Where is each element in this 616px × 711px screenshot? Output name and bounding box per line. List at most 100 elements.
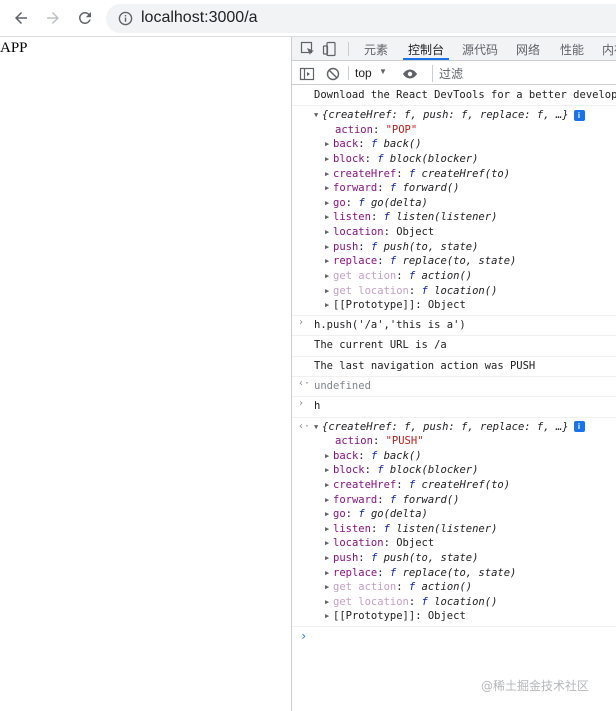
console-toolbar: top ▼ 过滤 bbox=[292, 62, 616, 85]
property-key: go bbox=[333, 508, 346, 521]
expand-arrow-icon[interactable]: ▶ bbox=[325, 240, 333, 254]
address-bar[interactable]: localhost:3000/a bbox=[106, 4, 616, 33]
expand-toggle-icon[interactable]: ▼ bbox=[314, 108, 322, 122]
object-property[interactable]: ▶ go: f go(delta) bbox=[292, 507, 616, 522]
expand-arrow-icon[interactable]: ▶ bbox=[325, 225, 333, 239]
function-marker: f bbox=[370, 449, 378, 462]
object-property[interactable]: ▶ get action: f action() bbox=[292, 269, 616, 284]
object-property[interactable]: ▶ go: f go(delta) bbox=[292, 196, 616, 211]
object-property[interactable]: ▶ location: Object bbox=[292, 536, 616, 551]
function-marker: f bbox=[389, 493, 397, 506]
object-property[interactable]: ▶ listen: f listen(listener) bbox=[292, 210, 616, 225]
object-property[interactable]: ▶ location: Object bbox=[292, 225, 616, 240]
object-property[interactable]: ▶ push: f push(to, state) bbox=[292, 551, 616, 566]
expand-arrow-icon[interactable]: ▶ bbox=[325, 196, 333, 210]
expand-arrow-icon[interactable]: ▶ bbox=[325, 254, 333, 268]
object-property[interactable]: ▶ [[Prototype]]: Object bbox=[292, 298, 616, 313]
info-icon[interactable] bbox=[118, 11, 133, 26]
object-property[interactable]: ▶ listen: f listen(listener) bbox=[292, 522, 616, 537]
info-badge-icon[interactable]: i bbox=[573, 110, 585, 122]
expand-arrow-icon[interactable]: ▶ bbox=[325, 566, 333, 580]
property-key: listen bbox=[333, 523, 371, 536]
property-value: push(to, state) bbox=[383, 240, 479, 253]
expand-arrow-icon[interactable]: ▶ bbox=[325, 595, 333, 609]
expand-arrow-icon[interactable]: ▶ bbox=[325, 493, 333, 507]
expand-arrow-icon[interactable]: ▶ bbox=[325, 478, 333, 492]
forward-button[interactable] bbox=[42, 7, 64, 29]
function-marker: f bbox=[370, 240, 378, 253]
expand-arrow-icon[interactable]: ▶ bbox=[325, 580, 333, 594]
object-property[interactable]: ▶ block: f block(blocker) bbox=[292, 152, 616, 167]
tab-memory[interactable]: 内存 bbox=[602, 41, 616, 58]
property-key: get location bbox=[333, 284, 409, 297]
function-marker: f bbox=[370, 552, 378, 565]
object-summary[interactable]: ▼ {createHref: f, push: f, replace: f, …}… bbox=[292, 108, 616, 123]
info-badge-icon[interactable]: i bbox=[573, 421, 585, 433]
object-property[interactable]: ▶ back: f back() bbox=[292, 449, 616, 464]
inspect-element-icon[interactable] bbox=[300, 41, 316, 57]
tab-console[interactable]: 控制台 bbox=[408, 41, 444, 58]
property-key: listen bbox=[333, 211, 371, 224]
expand-arrow-icon[interactable]: ▶ bbox=[325, 167, 333, 181]
filter-input[interactable]: 过滤 bbox=[432, 65, 616, 82]
object-property[interactable]: ▶ push: f push(to, state) bbox=[292, 240, 616, 255]
props-list-1: ▶ back: f back() ▶ block: f block(blocker) ▶… bbox=[292, 137, 616, 312]
expand-arrow-icon[interactable]: ▶ bbox=[325, 181, 333, 195]
expand-arrow-icon[interactable]: ▶ bbox=[325, 210, 333, 224]
console-prompt[interactable]: › bbox=[292, 627, 616, 649]
device-toolbar-icon[interactable] bbox=[322, 41, 338, 57]
expand-arrow-icon[interactable]: ▶ bbox=[325, 551, 333, 565]
object-property[interactable]: ▶ block: f block(blocker) bbox=[292, 463, 616, 478]
object-property[interactable]: ▶ createHref: f createHref(to) bbox=[292, 478, 616, 493]
prompt-caret-icon: › bbox=[298, 398, 305, 410]
console-message: Download the React DevTools for a better… bbox=[292, 86, 616, 107]
expand-arrow-icon[interactable]: ▶ bbox=[325, 449, 333, 463]
context-selector[interactable]: top bbox=[355, 66, 372, 80]
object-property[interactable]: ▶ replace: f replace(to, state) bbox=[292, 566, 616, 581]
property-value: location() bbox=[434, 284, 498, 297]
expand-arrow-icon[interactable]: ▶ bbox=[325, 609, 333, 623]
tab-sources[interactable]: 源代码 bbox=[462, 41, 498, 58]
expand-arrow-icon[interactable]: ▶ bbox=[325, 284, 333, 298]
reload-button[interactable] bbox=[74, 7, 96, 29]
console-log: Download the React DevTools for a better… bbox=[292, 86, 616, 649]
expand-arrow-icon[interactable]: ▶ bbox=[325, 137, 333, 151]
object-property[interactable]: ▶ get location: f location() bbox=[292, 595, 616, 610]
object-property[interactable]: ▶ forward: f forward() bbox=[292, 181, 616, 196]
result-arrow-icon: ‹· bbox=[298, 377, 311, 389]
tab-performance[interactable]: 性能 bbox=[560, 41, 584, 58]
back-button[interactable] bbox=[10, 7, 32, 29]
url-text[interactable]: localhost:3000/a bbox=[141, 9, 258, 27]
expand-arrow-icon[interactable]: ▶ bbox=[325, 269, 333, 283]
object-property[interactable]: ▶ get location: f location() bbox=[292, 284, 616, 299]
property-key: push bbox=[333, 240, 359, 253]
expand-arrow-icon[interactable]: ▶ bbox=[325, 522, 333, 536]
object-property[interactable]: ▶ back: f back() bbox=[292, 137, 616, 152]
object-property[interactable]: ▶ createHref: f createHref(to) bbox=[292, 167, 616, 182]
expand-arrow-icon[interactable]: ▶ bbox=[325, 152, 333, 166]
expand-arrow-icon[interactable]: ▶ bbox=[325, 536, 333, 550]
clear-console-icon[interactable] bbox=[325, 66, 341, 82]
expand-arrow-icon[interactable]: ▶ bbox=[325, 298, 333, 312]
property-key: block bbox=[333, 464, 365, 477]
property-key: get action bbox=[333, 270, 397, 283]
expand-arrow-icon[interactable]: ▶ bbox=[325, 507, 333, 521]
object-property: action: "PUSH" bbox=[335, 435, 424, 448]
expand-toggle-icon[interactable]: ▼ bbox=[314, 420, 322, 434]
context-dropdown-icon[interactable]: ▼ bbox=[379, 67, 387, 76]
object-property[interactable]: ▶ get action: f action() bbox=[292, 580, 616, 595]
function-marker: f bbox=[370, 138, 378, 151]
object-property[interactable]: ▶ forward: f forward() bbox=[292, 493, 616, 508]
tab-elements[interactable]: 元素 bbox=[364, 41, 388, 58]
toolbar-divider bbox=[348, 42, 349, 56]
props-list-2: ▶ back: f back() ▶ block: f block(blocker) ▶… bbox=[292, 449, 616, 624]
property-key: back bbox=[333, 138, 359, 151]
sidebar-toggle-icon[interactable] bbox=[299, 66, 315, 82]
object-property[interactable]: ▶ replace: f replace(to, state) bbox=[292, 254, 616, 269]
tab-network[interactable]: 网络 bbox=[516, 41, 540, 58]
object-summary[interactable]: ‹· ▼ {createHref: f, push: f, replace: f,… bbox=[292, 420, 616, 435]
expand-arrow-icon[interactable]: ▶ bbox=[325, 463, 333, 477]
console-message: The last navigation action was PUSH bbox=[292, 357, 616, 377]
object-property[interactable]: ▶ [[Prototype]]: Object bbox=[292, 609, 616, 624]
eye-icon[interactable] bbox=[402, 66, 418, 82]
